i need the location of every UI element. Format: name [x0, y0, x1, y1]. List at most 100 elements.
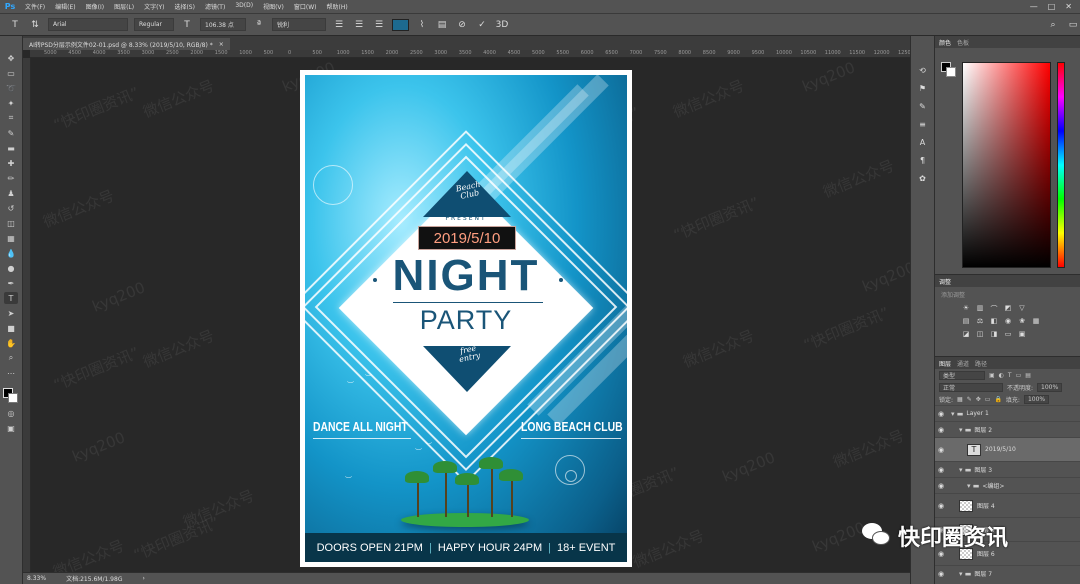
menu-item[interactable]: 编辑(E): [50, 2, 80, 11]
move-tool-icon[interactable]: ✥: [4, 52, 18, 64]
history-brush-icon[interactable]: ↺: [4, 202, 18, 214]
magic-wand-tool-icon[interactable]: ✦: [4, 97, 18, 109]
maximize-icon[interactable]: □: [1048, 2, 1056, 11]
horizontal-ruler[interactable]: 5000 4500 4000 3500 3000 2500 2000 1500 1000 500 0…: [30, 50, 910, 58]
lasso-tool-icon[interactable]: ➰: [4, 82, 18, 94]
eyedropper-tool-icon[interactable]: ✎: [4, 127, 18, 139]
hand-tool-icon[interactable]: ✋: [4, 337, 18, 349]
visibility-eye-icon[interactable]: ◉: [935, 570, 947, 578]
warp-text-icon[interactable]: ⌇: [415, 20, 429, 30]
zoom-tool-icon[interactable]: ⌕: [4, 352, 18, 364]
menu-item[interactable]: 图层(L): [109, 2, 139, 11]
healing-tool-icon[interactable]: ✚: [4, 157, 18, 169]
brush-tool-icon[interactable]: ✏: [4, 172, 18, 184]
close-icon[interactable]: ✕: [1065, 2, 1072, 11]
menu-item[interactable]: 滤镜(T): [200, 2, 230, 11]
exposure-icon[interactable]: ◩: [1003, 304, 1013, 313]
visibility-eye-icon[interactable]: ◉: [935, 410, 947, 418]
tool-preset-icon[interactable]: ≡: [916, 120, 930, 132]
menu-item[interactable]: 3D(D): [230, 2, 258, 11]
color-swatches[interactable]: [3, 388, 19, 404]
status-arrow-icon[interactable]: ›: [142, 575, 144, 582]
more-tools-icon[interactable]: ⋯: [4, 367, 18, 379]
filter-shape-icon[interactable]: ▭: [1016, 372, 1022, 379]
filter-type-icon[interactable]: T: [1008, 372, 1012, 379]
tab-paths[interactable]: 路径: [975, 359, 987, 368]
layer-row[interactable]: ◉ ▾ ▬ 图层 3: [935, 461, 1080, 477]
gradient-map-icon[interactable]: ▭: [1003, 330, 1013, 339]
folder-icon[interactable]: ▾ ▬: [967, 482, 979, 490]
menu-item[interactable]: 文字(Y): [139, 2, 169, 11]
document-tab[interactable]: AI转PSD分层示例文件02-01.psd @ 8.33% (2019/5/10…: [23, 38, 230, 50]
tab-adjustments[interactable]: 调整: [939, 277, 951, 286]
close-tab-icon[interactable]: ×: [219, 41, 224, 48]
selective-color-icon[interactable]: ▣: [1017, 330, 1027, 339]
tab-swatches[interactable]: 色板: [957, 38, 969, 47]
commit-icon[interactable]: ✓: [475, 20, 489, 30]
folder-icon[interactable]: ▾ ▬: [959, 466, 971, 474]
vibrance-icon[interactable]: ▽: [1017, 304, 1027, 313]
layer-row[interactable]: ◉ ▾ ▬ 图层 2: [935, 421, 1080, 437]
layer-filter-select[interactable]: 类型: [939, 370, 985, 380]
tab-color[interactable]: 颜色: [939, 38, 951, 47]
layer-row[interactable]: ◉ 图层 4: [935, 493, 1080, 517]
quick-mask-icon[interactable]: ◎: [4, 407, 18, 419]
lock-artboard-icon[interactable]: ▭: [985, 396, 991, 403]
filter-smart-icon[interactable]: ▤: [1025, 372, 1031, 379]
font-size-input[interactable]: 106.38 点: [200, 18, 246, 31]
gradient-tool-icon[interactable]: ▦: [4, 232, 18, 244]
cancel-icon[interactable]: ⊘: [455, 20, 469, 30]
stamp-tool-icon[interactable]: ♟: [4, 187, 18, 199]
visibility-eye-icon[interactable]: ◉: [935, 446, 947, 454]
text-orientation-icon[interactable]: ⇅: [28, 20, 42, 30]
lock-all-icon[interactable]: 🔒: [994, 396, 1001, 403]
background-color[interactable]: [946, 67, 956, 77]
menu-item[interactable]: 图像(I): [81, 2, 109, 11]
workspace-icon[interactable]: ▭: [1066, 20, 1080, 30]
align-right-icon[interactable]: ☰: [372, 20, 386, 30]
canvas-area[interactable]: “快印圈资讯”微信公众号kyq200“快印圈资讯”微信公众号kyq200微信公众…: [31, 58, 910, 572]
eraser-tool-icon[interactable]: ◫: [4, 217, 18, 229]
paragraph-icon[interactable]: ¶: [916, 156, 930, 168]
channel-mixer-icon[interactable]: ❀: [1017, 317, 1027, 326]
font-family-select[interactable]: Arial: [48, 18, 128, 31]
path-select-icon[interactable]: ➤: [4, 307, 18, 319]
screen-mode-icon[interactable]: ▣: [4, 422, 18, 434]
zoom-level[interactable]: 8.33%: [27, 575, 46, 582]
hue-sat-icon[interactable]: ▤: [961, 317, 971, 326]
poster-canvas[interactable]: Beach Club PRESENT 2019/5/10 NIGHT PARTY…: [300, 70, 632, 567]
tab-channels[interactable]: 通道: [957, 359, 969, 368]
vertical-ruler[interactable]: [23, 58, 31, 572]
glyphs-icon[interactable]: ✿: [916, 174, 930, 186]
invert-icon[interactable]: ◪: [961, 330, 971, 339]
character-panel-icon[interactable]: ▤: [435, 20, 449, 30]
filter-pixel-icon[interactable]: ▣: [989, 372, 995, 379]
text-tool-icon[interactable]: T: [8, 20, 22, 30]
menu-item[interactable]: 文件(F): [20, 2, 50, 11]
type-tool-icon[interactable]: T: [4, 292, 18, 304]
search-icon[interactable]: ⌕: [1046, 20, 1060, 30]
history-icon[interactable]: ⟲: [916, 66, 930, 78]
text-color-swatch[interactable]: [392, 18, 409, 31]
posterize-icon[interactable]: ◫: [975, 330, 985, 339]
blur-tool-icon[interactable]: 💧: [4, 247, 18, 259]
character-icon[interactable]: A: [916, 138, 930, 150]
align-center-icon[interactable]: ☰: [352, 20, 366, 30]
layer-row[interactable]: ◉ ▾ ▬ 图层 7: [935, 565, 1080, 581]
lock-move-icon[interactable]: ✥: [976, 396, 981, 403]
blend-mode-select[interactable]: 正常: [939, 382, 1003, 392]
dodge-tool-icon[interactable]: ●: [4, 262, 18, 274]
photo-filter-icon[interactable]: ◉: [1003, 317, 1013, 326]
marquee-tool-icon[interactable]: ▭: [4, 67, 18, 79]
menu-item[interactable]: 选择(S): [169, 2, 200, 11]
fill-input[interactable]: 100%: [1023, 394, 1050, 404]
lock-brush-icon[interactable]: ✎: [967, 396, 972, 403]
color-picker-field[interactable]: [962, 62, 1051, 268]
visibility-eye-icon[interactable]: ◉: [935, 466, 947, 474]
color-balance-icon[interactable]: ⚖: [975, 317, 985, 326]
opacity-input[interactable]: 100%: [1037, 382, 1063, 392]
visibility-eye-icon[interactable]: ◉: [935, 426, 947, 434]
threshold-icon[interactable]: ◨: [989, 330, 999, 339]
layer-row[interactable]: ◉ ▾ ▬ Layer 1: [935, 405, 1080, 421]
background-color[interactable]: [8, 393, 18, 403]
